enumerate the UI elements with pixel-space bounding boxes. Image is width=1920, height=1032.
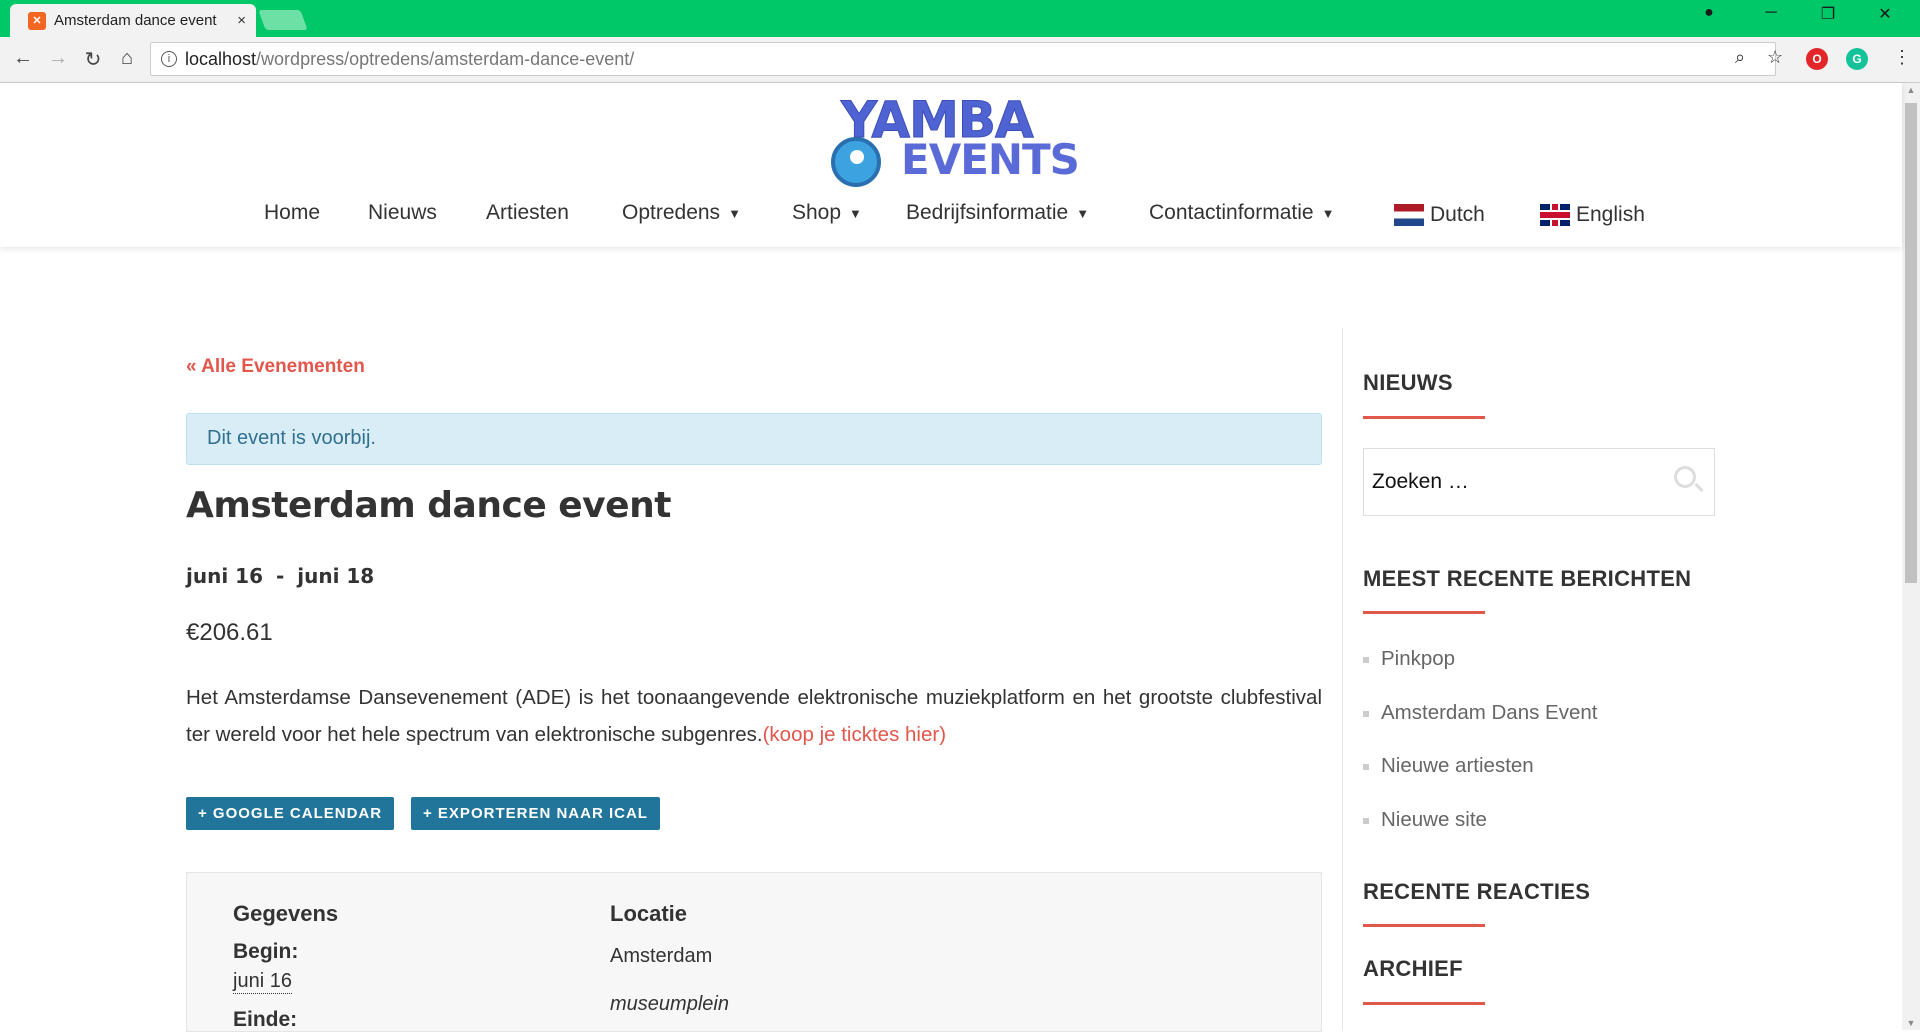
location-address: museumplein — [610, 993, 729, 1015]
url-path: /wordpress/optredens/amsterdam-dance-eve… — [256, 48, 635, 69]
home-icon[interactable]: ⌂ — [114, 47, 140, 70]
menu-item-dutch[interactable]: Dutch — [1394, 203, 1485, 227]
event-description-text: Het Amsterdamse Dansevenement (ADE) is h… — [186, 686, 1322, 746]
main-menu: Home Nieuws Artiesten Optredens ▼ Shop ▼ B… — [0, 201, 1902, 231]
search-input[interactable]: Zoeken … — [1363, 448, 1715, 516]
bullet-icon — [1363, 656, 1369, 663]
event-price: €206.61 — [186, 619, 273, 646]
opera-extension-icon[interactable]: O — [1806, 48, 1828, 70]
location-heading: Locatie — [610, 901, 688, 926]
event-title: Amsterdam dance event — [186, 485, 671, 526]
recent-post-item[interactable]: Pinkpop — [1363, 647, 1455, 671]
xampp-favicon-icon: ✕ — [28, 11, 46, 30]
menu-item-artiesten[interactable]: Artiesten — [486, 201, 569, 225]
address-bar[interactable]: i localhost/wordpress/optredens/amsterda… — [150, 42, 1776, 76]
uk-flag-icon — [1540, 204, 1570, 226]
recent-comments-title: RECENTE REACTIES — [1363, 879, 1591, 904]
search-placeholder: Zoeken … — [1372, 470, 1469, 493]
profile-icon[interactable]: ● — [1686, 4, 1732, 22]
recent-post-item[interactable]: Nieuwe artiesten — [1363, 754, 1534, 778]
new-tab-button[interactable] — [258, 10, 308, 30]
archive-title: ARCHIEF — [1363, 956, 1463, 981]
page-scrollbar[interactable]: ▲ ▼ — [1902, 83, 1920, 1030]
restore-icon[interactable]: ❐ — [1805, 4, 1851, 24]
menu-item-home[interactable]: Home — [264, 201, 320, 225]
recent-post-item[interactable]: Amsterdam Dans Event — [1363, 701, 1597, 725]
news-widget-title: NIEUWS — [1363, 370, 1453, 395]
browser-toolbar: ← → ↻ ⌂ i localhost/wordpress/optredens/… — [0, 37, 1920, 83]
begin-value: juni 16 — [233, 970, 292, 994]
begin-label: Begin: — [233, 940, 299, 963]
tab-title: Amsterdam dance event — [54, 12, 217, 29]
widget-underline — [1363, 611, 1485, 614]
caret-down-icon: ▼ — [1076, 205, 1090, 221]
bookmark-star-icon[interactable]: ☆ — [1767, 47, 1783, 68]
widget-underline — [1363, 1002, 1485, 1005]
back-icon[interactable]: ← — [10, 47, 36, 70]
event-date-separator: - — [275, 564, 285, 588]
menu-item-optredens[interactable]: Optredens ▼ — [622, 201, 741, 225]
caret-down-icon: ▼ — [849, 205, 862, 221]
menu-kebab-icon[interactable]: ⋮ — [1893, 47, 1911, 68]
reload-icon[interactable]: ↻ — [80, 47, 106, 72]
search-icon[interactable] — [1674, 466, 1696, 488]
browser-tab[interactable]: ✕ Amsterdam dance event × — [10, 4, 256, 37]
tab-close-icon[interactable]: × — [237, 12, 246, 29]
browser-titlebar: ✕ Amsterdam dance event × ● ─ ❐ ✕ — [0, 0, 1920, 37]
bullet-icon — [1363, 763, 1369, 770]
end-label: Einde: — [233, 1008, 298, 1031]
menu-item-shop[interactable]: Shop ▼ — [792, 201, 862, 225]
forward-icon[interactable]: → — [45, 47, 71, 70]
event-date-start: juni 16 — [186, 564, 263, 588]
event-date-end: juni 18 — [297, 564, 375, 588]
event-details-box: Gegevens Begin: juni 16 Einde: Locatie A… — [186, 872, 1322, 1032]
minimize-icon[interactable]: ─ — [1748, 4, 1794, 22]
microphone-icon — [831, 137, 881, 187]
recent-posts-title: MEEST RECENTE BERICHTEN — [1363, 566, 1692, 591]
widget-underline — [1363, 416, 1485, 419]
recent-post-item[interactable]: Nieuwe site — [1363, 808, 1487, 832]
all-events-link[interactable]: « Alle Evenementen — [186, 356, 365, 378]
scroll-down-icon[interactable]: ▼ — [1902, 1018, 1920, 1028]
details-heading: Gegevens — [233, 901, 339, 926]
event-past-notice: Dit event is voorbij. — [186, 413, 1322, 465]
event-dates: juni 16 - juni 18 — [186, 564, 374, 588]
url-host: localhost — [185, 48, 257, 69]
caret-down-icon: ▼ — [1321, 205, 1335, 221]
sidebar-divider — [1342, 328, 1343, 1030]
menu-item-english[interactable]: English — [1540, 203, 1645, 227]
scroll-thumb[interactable] — [1905, 103, 1917, 583]
menu-item-nieuws[interactable]: Nieuws — [368, 201, 437, 225]
export-ical-button[interactable]: + EXPORTEREN NAAR ICAL — [411, 797, 660, 830]
site-logo[interactable]: YAMBA EVENTS — [829, 91, 1080, 187]
zoom-icon[interactable]: ⌕ — [1735, 47, 1745, 68]
bullet-icon — [1363, 817, 1369, 824]
logo-events: EVENTS — [901, 135, 1080, 184]
event-description: Het Amsterdamse Dansevenement (ADE) is h… — [186, 679, 1322, 753]
google-calendar-button[interactable]: + GOOGLE CALENDAR — [186, 797, 395, 830]
site-header: YAMBA EVENTS Home Nieuws Artiesten Optre… — [0, 83, 1902, 247]
scroll-up-icon[interactable]: ▲ — [1902, 85, 1920, 95]
caret-down-icon: ▼ — [728, 205, 741, 221]
ticket-link[interactable]: (koop je ticktes hier) — [763, 723, 946, 746]
menu-item-bedrijfsinformatie[interactable]: Bedrijfsinformatie ▼ — [906, 201, 1089, 225]
window-close-icon[interactable]: ✕ — [1862, 4, 1908, 24]
bullet-icon — [1363, 710, 1369, 717]
info-icon[interactable]: i — [161, 51, 177, 67]
location-name[interactable]: Amsterdam — [610, 945, 712, 968]
grammarly-extension-icon[interactable]: G — [1846, 48, 1868, 70]
netherlands-flag-icon — [1394, 204, 1424, 226]
menu-item-contactinformatie[interactable]: Contactinformatie ▼ — [1149, 201, 1334, 225]
widget-underline — [1363, 924, 1485, 927]
